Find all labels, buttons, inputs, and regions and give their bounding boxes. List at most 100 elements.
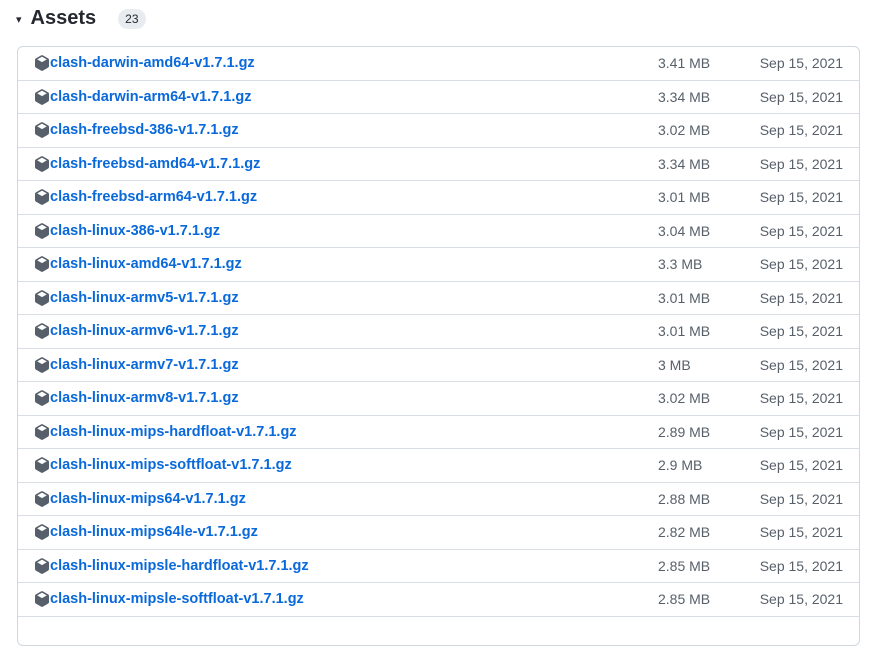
asset-date: Sep 15, 2021 <box>759 356 843 373</box>
package-icon <box>35 122 49 139</box>
asset-name: clash-linux-386-v1.7.1.gz <box>50 222 221 239</box>
package-icon <box>35 55 49 72</box>
asset-date: Sep 15, 2021 <box>759 289 843 306</box>
asset-size: 3.3 MB <box>658 256 703 273</box>
asset-date: Sep 15, 2021 <box>759 457 843 474</box>
asset-row: clash-linux-mips64-v1.7.1.gz 2.88 MB Sep… <box>18 483 859 516</box>
assets-count-badge: 23 <box>118 9 146 29</box>
asset-row: clash-linux-mips-hardfloat-v1.7.1.gz 2.8… <box>18 416 859 449</box>
asset-row: clash-darwin-amd64-v1.7.1.gz 3.41 MB Sep… <box>18 47 859 81</box>
asset-date: Sep 15, 2021 <box>759 222 843 239</box>
package-icon <box>35 323 49 340</box>
asset-row: clash-linux-armv7-v1.7.1.gz 3 MB Sep 15,… <box>18 349 859 382</box>
asset-name: clash-linux-mipsle-softfloat-v1.7.1.gz <box>50 591 304 608</box>
asset-name: clash-freebsd-arm64-v1.7.1.gz <box>50 189 258 206</box>
asset-size: 3.04 MB <box>658 222 711 239</box>
asset-name: clash-freebsd-amd64-v1.7.1.gz <box>50 155 261 172</box>
asset-size: 3.01 MB <box>658 323 711 340</box>
asset-link[interactable]: clash-linux-mips-hardfloat-v1.7.1.gz <box>34 424 297 440</box>
assets-list: clash-darwin-amd64-v1.7.1.gz 3.41 MB Sep… <box>17 46 860 646</box>
asset-row: clash-linux-amd64-v1.7.1.gz 3.3 MB Sep 1… <box>18 248 859 282</box>
asset-size: 2.89 MB <box>658 423 711 440</box>
asset-date: Sep 15, 2021 <box>759 122 843 139</box>
asset-date: Sep 15, 2021 <box>759 155 843 172</box>
asset-size: 3 MB <box>658 356 691 373</box>
asset-size: 2.9 MB <box>658 457 703 474</box>
asset-size: 2.82 MB <box>658 524 711 541</box>
asset-link[interactable]: clash-linux-mips64-v1.7.1.gz <box>34 491 246 507</box>
asset-row: clash-freebsd-arm64-v1.7.1.gz 3.01 MB Se… <box>18 181 859 215</box>
asset-date: Sep 15, 2021 <box>759 490 843 507</box>
asset-name: clash-linux-mips64le-v1.7.1.gz <box>50 524 258 541</box>
asset-size: 2.85 MB <box>658 557 711 574</box>
asset-link[interactable]: clash-darwin-amd64-v1.7.1.gz <box>34 55 255 71</box>
asset-name: clash-linux-armv6-v1.7.1.gz <box>50 323 239 340</box>
package-icon <box>35 289 49 306</box>
asset-link[interactable]: clash-freebsd-arm64-v1.7.1.gz <box>34 189 257 205</box>
package-icon <box>35 524 49 541</box>
asset-row: clash-freebsd-amd64-v1.7.1.gz 3.34 MB Se… <box>18 148 859 181</box>
asset-row: clash-linux-386-v1.7.1.gz 3.04 MB Sep 15… <box>18 215 859 248</box>
asset-link[interactable]: clash-linux-mips-softfloat-v1.7.1.gz <box>34 457 292 473</box>
package-icon <box>35 356 49 373</box>
asset-name: clash-linux-mips64-v1.7.1.gz <box>50 490 246 507</box>
asset-name: clash-linux-mipsle-hardfloat-v1.7.1.gz <box>50 557 309 574</box>
asset-date: Sep 15, 2021 <box>759 323 843 340</box>
package-icon <box>35 88 49 105</box>
asset-row: clash-linux-mips64le-v1.7.1.gz 2.82 MB S… <box>18 516 859 550</box>
asset-name: clash-linux-mips-hardfloat-v1.7.1.gz <box>50 423 297 440</box>
asset-date: Sep 15, 2021 <box>759 524 843 541</box>
package-icon <box>35 222 49 239</box>
asset-size: 3.34 MB <box>658 155 711 172</box>
asset-date: Sep 15, 2021 <box>759 591 843 608</box>
package-icon <box>35 490 49 507</box>
asset-size: 3.02 MB <box>658 122 711 139</box>
asset-name: clash-linux-armv8-v1.7.1.gz <box>50 390 239 407</box>
asset-size: 2.85 MB <box>658 591 711 608</box>
asset-link[interactable]: clash-freebsd-amd64-v1.7.1.gz <box>34 156 260 172</box>
asset-link[interactable]: clash-linux-armv6-v1.7.1.gz <box>34 323 239 339</box>
package-icon <box>35 457 49 474</box>
asset-link[interactable]: clash-linux-armv5-v1.7.1.gz <box>34 290 239 306</box>
asset-date: Sep 15, 2021 <box>759 189 843 206</box>
asset-link[interactable]: clash-darwin-arm64-v1.7.1.gz <box>34 89 251 105</box>
asset-date: Sep 15, 2021 <box>759 55 843 72</box>
asset-size: 3.41 MB <box>658 55 711 72</box>
asset-row: clash-linux-mipsle-softfloat-v1.7.1.gz 2… <box>18 583 859 617</box>
asset-size: 3.01 MB <box>658 189 711 206</box>
asset-link[interactable]: clash-linux-mipsle-softfloat-v1.7.1.gz <box>34 591 304 607</box>
asset-size: 3.01 MB <box>658 289 711 306</box>
asset-size: 3.34 MB <box>658 88 711 105</box>
asset-link[interactable]: clash-linux-armv8-v1.7.1.gz <box>34 390 239 406</box>
package-icon <box>35 423 49 440</box>
package-icon <box>35 390 49 407</box>
assets-title: Assets <box>30 6 97 29</box>
asset-name: clash-darwin-amd64-v1.7.1.gz <box>50 55 255 72</box>
package-icon <box>35 557 49 574</box>
package-icon <box>35 189 49 206</box>
asset-date: Sep 15, 2021 <box>759 390 843 407</box>
asset-link[interactable]: clash-linux-mips64le-v1.7.1.gz <box>34 524 258 540</box>
asset-name: clash-linux-amd64-v1.7.1.gz <box>50 256 242 273</box>
asset-link[interactable]: clash-linux-mipsle-hardfloat-v1.7.1.gz <box>34 558 309 574</box>
asset-row: clash-linux-mips-softfloat-v1.7.1.gz 2.9… <box>18 449 859 483</box>
package-icon <box>35 155 49 172</box>
asset-link[interactable]: clash-linux-amd64-v1.7.1.gz <box>34 256 242 272</box>
asset-date: Sep 15, 2021 <box>759 557 843 574</box>
assets-header: ▾ Assets 23 <box>16 4 146 32</box>
asset-row: clash-darwin-arm64-v1.7.1.gz 3.34 MB Sep… <box>18 81 859 114</box>
asset-date: Sep 15, 2021 <box>759 423 843 440</box>
asset-row: clash-linux-armv8-v1.7.1.gz 3.02 MB Sep … <box>18 382 859 416</box>
asset-row: clash-freebsd-386-v1.7.1.gz 3.02 MB Sep … <box>18 114 859 148</box>
asset-row: clash-linux-armv6-v1.7.1.gz 3.01 MB Sep … <box>18 315 859 349</box>
asset-link[interactable]: clash-linux-386-v1.7.1.gz <box>34 223 220 239</box>
package-icon <box>35 256 49 273</box>
asset-row: clash-linux-mipsle-hardfloat-v1.7.1.gz 2… <box>18 550 859 583</box>
asset-link[interactable]: clash-linux-armv7-v1.7.1.gz <box>34 357 239 373</box>
asset-link[interactable]: clash-freebsd-386-v1.7.1.gz <box>34 122 239 138</box>
asset-row: clash-linux-armv5-v1.7.1.gz 3.01 MB Sep … <box>18 282 859 315</box>
collapse-triangle-icon[interactable]: ▾ <box>16 13 22 26</box>
package-icon <box>35 591 49 608</box>
asset-size: 2.88 MB <box>658 490 711 507</box>
asset-name: clash-linux-mips-softfloat-v1.7.1.gz <box>50 457 292 474</box>
